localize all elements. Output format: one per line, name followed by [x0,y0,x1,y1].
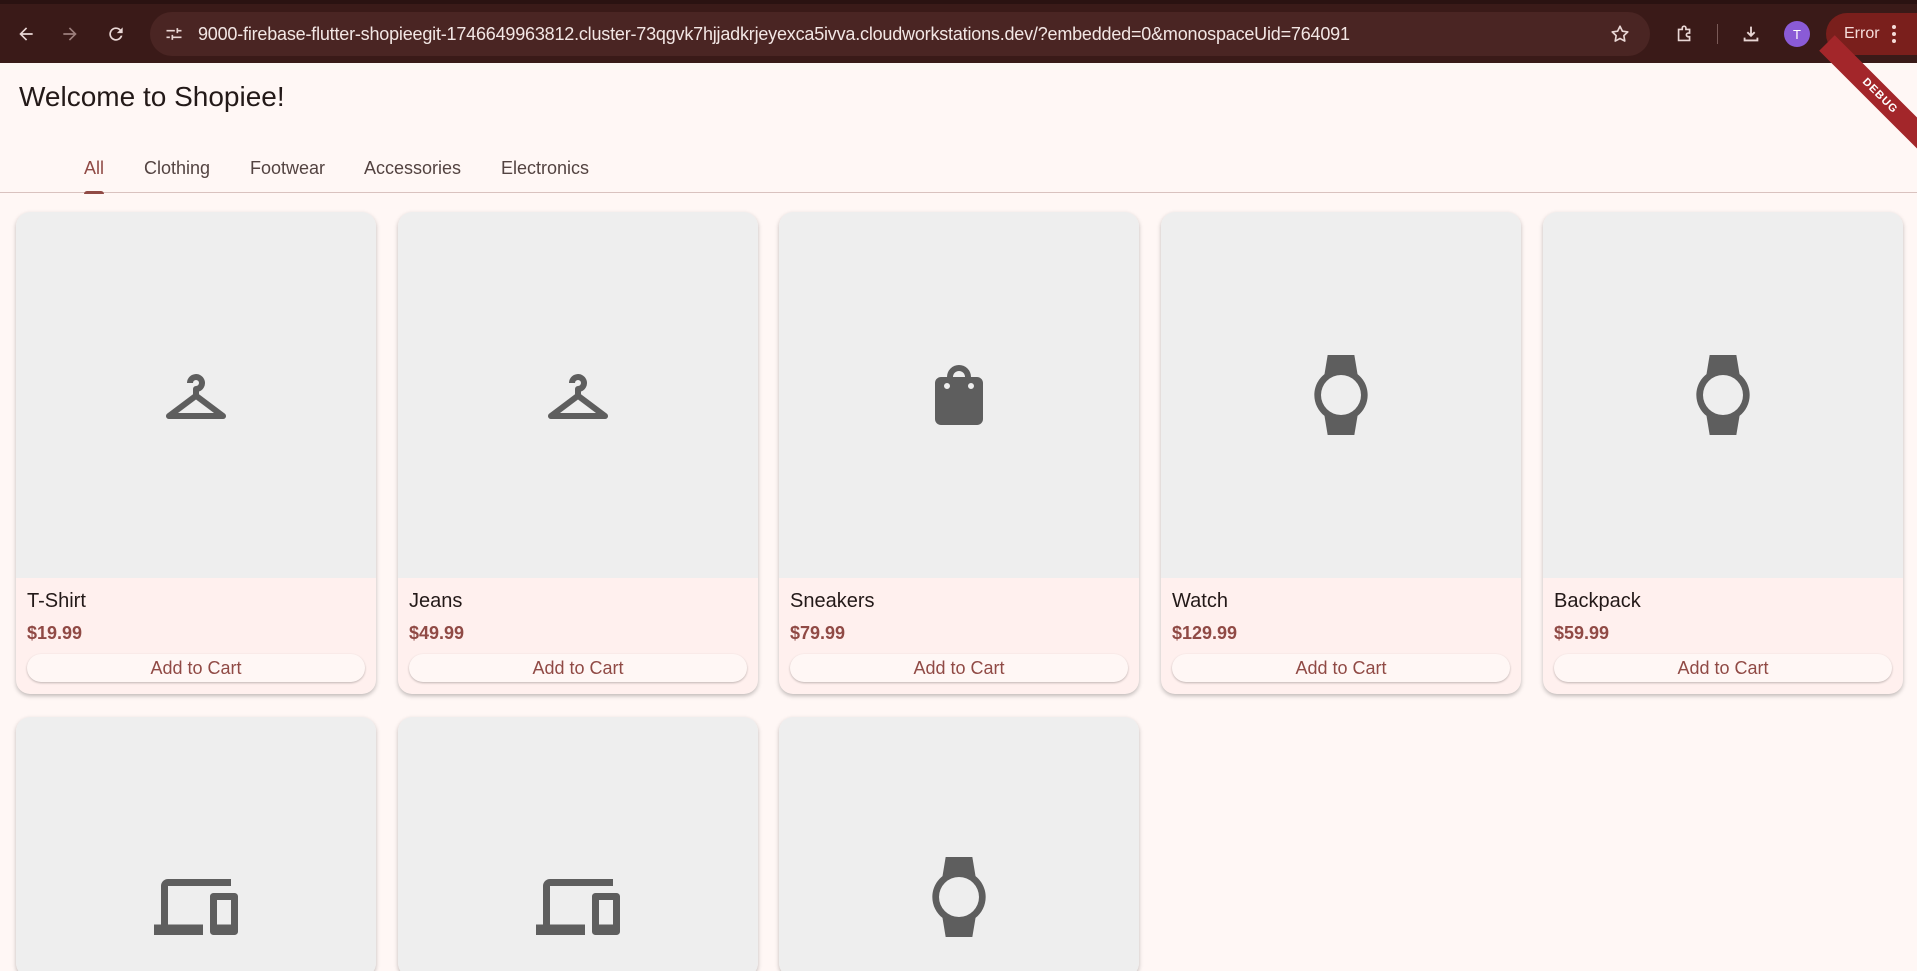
reload-button[interactable] [98,16,134,52]
hanger-icon [548,374,608,419]
product-price: $129.99 [1172,623,1238,643]
add-to-cart-button[interactable]: Add to Cart [409,654,747,682]
toolbar-divider [1717,24,1718,44]
product-info: Watch $129.99 Add to Cart [1161,578,1521,694]
profile-avatar[interactable]: T [1784,21,1810,47]
product-card[interactable] [398,717,758,971]
product-card[interactable] [779,717,1139,971]
product-name: Jeans [409,590,463,612]
product-card[interactable]: Backpack $59.99 Add to Cart [1543,212,1903,694]
product-image [16,212,376,578]
tab-label: Accessories [364,157,462,178]
product-price: $49.99 [409,623,465,643]
download-icon [1743,26,1759,42]
add-to-cart-button[interactable]: Add to Cart [1554,654,1892,682]
product-image [16,717,376,971]
product-price: $79.99 [790,623,846,643]
add-to-cart-button[interactable]: Add to Cart [790,654,1128,682]
product-name: Sneakers [790,590,875,612]
product-info: Backpack $59.99 Add to Cart [1543,578,1903,694]
product-info: T-Shirt $19.99 Add to Cart [16,578,376,694]
puzzle-icon [1677,25,1691,42]
watch-icon [1696,355,1750,435]
product-card[interactable]: Sneakers $79.99 Add to Cart [779,212,1139,694]
tab-label: Footwear [250,157,326,178]
arrow-left-icon [19,27,33,41]
product-card[interactable]: Watch $129.99 Add to Cart [1161,212,1521,694]
tab-strip-edge [0,0,1917,4]
tab-clothing[interactable]: Clothing [144,143,210,193]
product-info: Jeans $49.99 Add to Cart [398,578,758,694]
extensions-button[interactable] [1667,16,1703,52]
add-to-cart-button[interactable]: Add to Cart [1172,654,1510,682]
bookmark-button[interactable] [1600,23,1640,45]
tab-label: Clothing [144,157,211,178]
reload-icon [109,27,123,41]
url-text[interactable]: 9000-firebase-flutter-shopieegit-1746649… [198,24,1600,45]
star-icon [1611,25,1629,42]
shopping-bag-icon [935,365,983,425]
devices-icon [154,879,238,935]
product-name: T-Shirt [27,590,86,612]
product-image [398,212,758,578]
tab-electronics[interactable]: Electronics [501,143,589,193]
forward-button[interactable] [52,16,88,52]
tab-accessories[interactable]: Accessories [364,143,461,193]
tab-label: Electronics [501,157,590,178]
product-image [1161,212,1521,578]
product-image [398,717,758,971]
product-price: $59.99 [1554,623,1610,643]
product-card[interactable]: T-Shirt $19.99 Add to Cart [16,212,376,694]
app-page: Welcome to Shopiee! DEBUG All Clothing F… [0,35,1917,971]
downloads-button[interactable] [1733,16,1769,52]
tune-icon [166,28,182,40]
page-title: Welcome to Shopiee! [19,81,285,112]
category-tabs: All Clothing Footwear Accessories Electr… [0,143,1917,194]
product-image [779,717,1139,971]
product-price: $19.99 [27,623,83,643]
tab-all[interactable]: All [84,143,105,194]
product-card[interactable]: Jeans $49.99 Add to Cart [398,212,758,694]
devices-icon [536,879,620,935]
watch-icon [1314,355,1368,435]
product-info: Sneakers $79.99 Add to Cart [779,578,1139,694]
active-tab-indicator [84,191,105,194]
product-card[interactable] [16,717,376,971]
product-name: Watch [1172,590,1228,612]
arrow-right-icon [63,27,77,41]
tab-footwear[interactable]: Footwear [250,143,325,193]
product-image [1543,212,1903,578]
site-info-button[interactable] [154,16,194,52]
tab-label: All [84,157,105,178]
error-label: Error [1844,25,1880,42]
address-bar[interactable]: 9000-firebase-flutter-shopieegit-1746649… [150,12,1650,56]
browser-toolbar: 9000-firebase-flutter-shopieegit-1746649… [0,0,1917,63]
watch-icon [932,857,986,937]
back-button[interactable] [8,16,44,52]
kebab-menu-icon [1891,25,1896,43]
hanger-icon [166,374,226,419]
product-name: Backpack [1554,590,1641,612]
product-image [779,212,1139,578]
add-to-cart-button[interactable]: Add to Cart [27,654,365,682]
